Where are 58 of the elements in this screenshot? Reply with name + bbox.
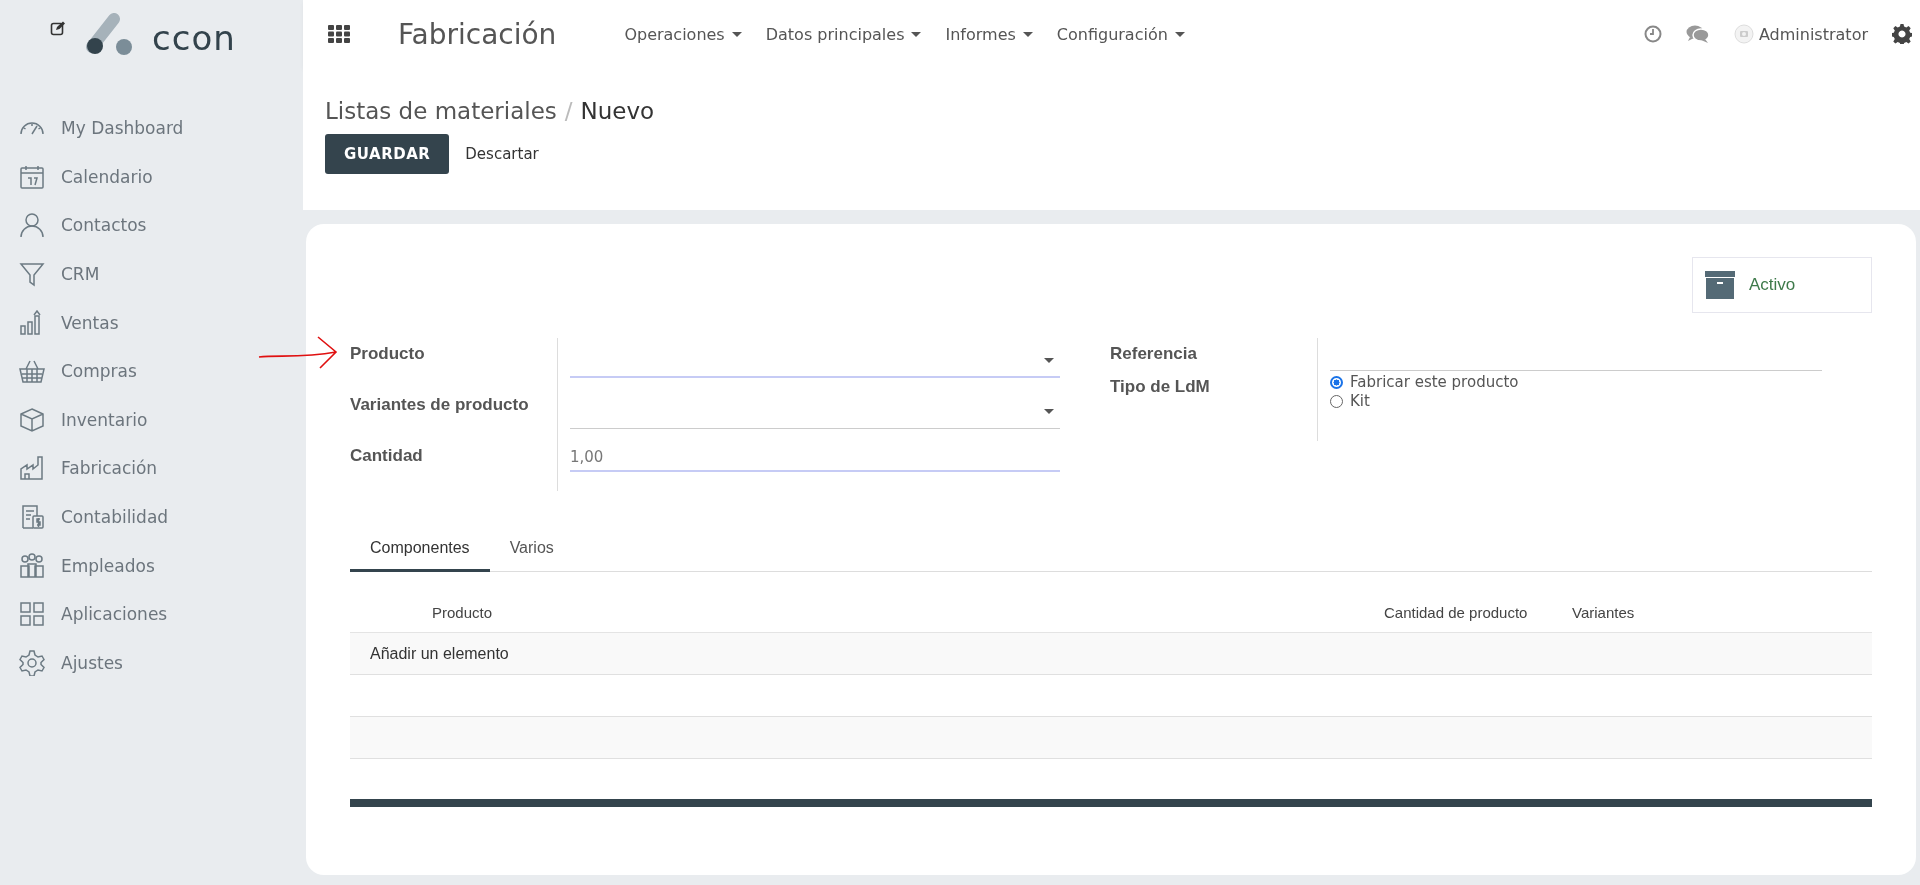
caret-icon bbox=[1044, 358, 1054, 363]
field-label: Variantes de producto bbox=[350, 389, 558, 440]
sidebar-item[interactable]: Contactos bbox=[0, 201, 303, 250]
calendar-icon bbox=[19, 163, 45, 190]
clock-icon[interactable] bbox=[1643, 25, 1662, 43]
box-icon bbox=[19, 406, 45, 433]
radio-button[interactable] bbox=[1330, 376, 1343, 389]
breadcrumb-current: Nuevo bbox=[580, 98, 655, 124]
app-title: Fabricación bbox=[398, 17, 557, 51]
add-line-link[interactable]: Añadir un elemento bbox=[350, 644, 509, 663]
field-label: Producto bbox=[350, 338, 558, 389]
breadcrumb-separator: / bbox=[564, 98, 573, 124]
person-icon bbox=[19, 212, 45, 239]
funnel-icon bbox=[19, 261, 45, 288]
radio-option[interactable]: Fabricar este producto bbox=[1330, 373, 1822, 392]
breadcrumb-link[interactable]: Listas de materiales bbox=[325, 98, 557, 124]
sidebar-item[interactable]: Ventas bbox=[0, 298, 303, 347]
sidebar-item[interactable]: Calendario bbox=[0, 152, 303, 202]
sidebar-item[interactable]: Aplicaciones bbox=[0, 589, 303, 639]
discard-button[interactable]: Descartar bbox=[457, 139, 547, 169]
menu-dropdown[interactable]: Configuración bbox=[1056, 24, 1185, 44]
tab[interactable]: Varios bbox=[489, 527, 574, 572]
basket-icon bbox=[19, 358, 45, 385]
active-toggle-button[interactable]: Activo bbox=[1692, 257, 1872, 313]
people-icon bbox=[19, 552, 45, 579]
chat-icon[interactable] bbox=[1685, 24, 1710, 44]
field-label: Referencia bbox=[1110, 338, 1318, 371]
column-header[interactable]: Cantidad de producto bbox=[1384, 603, 1572, 621]
user-menu[interactable]: Administrator bbox=[1758, 24, 1868, 44]
menu-dropdown[interactable]: Informes bbox=[945, 24, 1033, 44]
factory-icon bbox=[19, 455, 45, 482]
edit-icon[interactable] bbox=[50, 20, 66, 36]
menu-dropdown[interactable]: Datos principales bbox=[765, 24, 922, 44]
menu-dropdown[interactable]: Operaciones bbox=[624, 24, 742, 44]
caret-icon bbox=[1044, 409, 1054, 414]
field-label: Tipo de LdM bbox=[1110, 371, 1318, 441]
apps-menu-icon[interactable] bbox=[328, 25, 350, 43]
field-label: Cantidad bbox=[350, 440, 558, 491]
settings-icon bbox=[19, 649, 45, 676]
sidebar-item[interactable]: Contabilidad bbox=[0, 492, 303, 542]
invoice-icon bbox=[19, 504, 45, 531]
settings-icon[interactable] bbox=[1892, 24, 1912, 44]
grid-icon bbox=[19, 601, 45, 628]
sidebar-item[interactable]: My Dashboard bbox=[0, 104, 303, 153]
radio-option[interactable]: Kit bbox=[1330, 392, 1822, 411]
avatar-icon bbox=[1733, 24, 1754, 44]
tab[interactable]: Componentes bbox=[350, 527, 490, 572]
sidebar-item[interactable]: Empleados bbox=[0, 541, 303, 590]
column-header[interactable]: Producto bbox=[432, 603, 1384, 621]
save-button[interactable]: GUARDAR bbox=[325, 134, 450, 174]
sidebar-item[interactable]: Fabricación bbox=[0, 444, 303, 493]
sidebar-item[interactable]: Ajustes bbox=[0, 638, 303, 688]
sidebar-item[interactable]: CRM bbox=[0, 249, 303, 299]
column-header[interactable]: Variantes bbox=[1572, 603, 1872, 621]
sidebar-item[interactable]: Compras bbox=[0, 346, 303, 396]
sidebar-item[interactable]: Inventario bbox=[0, 395, 303, 445]
logo-text: ccon bbox=[152, 18, 236, 58]
archive-box-icon bbox=[1705, 271, 1735, 299]
